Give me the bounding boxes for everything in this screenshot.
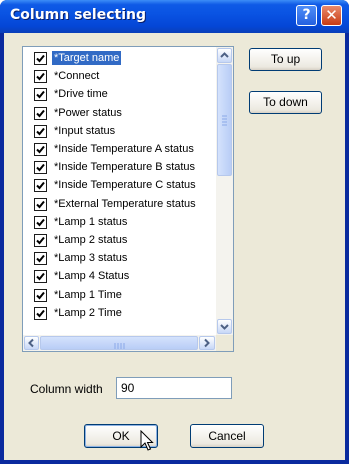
checkbox[interactable] bbox=[34, 70, 47, 84]
scroll-right-button[interactable] bbox=[199, 336, 215, 350]
checkmark-icon bbox=[36, 309, 45, 318]
checkmark-icon bbox=[36, 145, 45, 154]
checkmark-icon bbox=[36, 73, 45, 81]
horizontal-scrollbar[interactable] bbox=[23, 335, 216, 351]
column-width-input[interactable] bbox=[116, 377, 232, 399]
list-item-label: *Lamp 3 status bbox=[54, 252, 128, 265]
checkmark-icon bbox=[36, 218, 45, 227]
checkmark-icon bbox=[36, 236, 45, 245]
title-bar[interactable]: Column selecting ? ✕ bbox=[0, 0, 349, 33]
checkmark-icon bbox=[36, 127, 45, 136]
checkbox[interactable] bbox=[34, 88, 47, 102]
list-item-label: *Power status bbox=[54, 106, 122, 119]
list-item-label: *External Temperature status bbox=[54, 197, 196, 210]
checkbox[interactable] bbox=[34, 252, 47, 266]
checkmark-icon bbox=[36, 164, 45, 172]
list-item-label: *Inside Temperature A status bbox=[54, 143, 194, 155]
to-up-button[interactable]: To up bbox=[249, 48, 322, 71]
list-item-label: *Lamp 1 Time bbox=[54, 288, 122, 301]
scroll-up-button[interactable] bbox=[217, 48, 232, 63]
list-item-label: *Input status bbox=[54, 124, 116, 137]
close-button[interactable]: ✕ bbox=[321, 5, 342, 26]
list-item-label: *Lamp 2 Time bbox=[54, 306, 122, 319]
checkmark-icon bbox=[36, 255, 45, 263]
checkbox[interactable] bbox=[34, 124, 47, 138]
scroll-left-button[interactable] bbox=[24, 336, 39, 350]
chevron-left-icon bbox=[28, 338, 34, 348]
checkbox[interactable] bbox=[34, 161, 47, 175]
vertical-scroll-thumb[interactable] bbox=[217, 64, 232, 176]
scrollbar-corner bbox=[216, 335, 233, 351]
list-item-label: *Connect bbox=[54, 70, 100, 83]
mouse-pointer-icon bbox=[140, 430, 154, 451]
list-item-label: *Drive time bbox=[54, 88, 108, 101]
list-item-label: *Lamp 1 status bbox=[54, 215, 128, 228]
checkmark-icon bbox=[36, 91, 45, 99]
chevron-down-icon bbox=[220, 324, 229, 330]
checkbox[interactable] bbox=[34, 106, 47, 120]
checkbox[interactable] bbox=[34, 197, 47, 211]
list-item-label: *Lamp 2 status bbox=[54, 234, 128, 246]
list-item-label: *Inside Temperature C status bbox=[54, 179, 196, 192]
checkbox[interactable] bbox=[34, 143, 47, 156]
checkmark-icon bbox=[36, 54, 45, 63]
chevron-up-icon bbox=[220, 52, 229, 58]
list-item-label: *Inside Temperature B status bbox=[54, 161, 196, 174]
checkmark-icon bbox=[36, 182, 45, 190]
to-down-button[interactable]: To down bbox=[249, 91, 322, 114]
cancel-button[interactable]: Cancel bbox=[190, 424, 264, 448]
checkbox[interactable] bbox=[34, 288, 47, 302]
checkbox[interactable] bbox=[34, 215, 47, 229]
window-title: Column selecting bbox=[10, 7, 146, 23]
checkbox[interactable] bbox=[34, 306, 47, 320]
checkbox[interactable] bbox=[34, 270, 47, 284]
checkbox[interactable] bbox=[34, 52, 47, 65]
list-item-label: *Target name bbox=[52, 51, 122, 65]
chevron-right-icon bbox=[204, 338, 210, 348]
help-button[interactable]: ? bbox=[296, 5, 317, 26]
vertical-scrollbar[interactable] bbox=[216, 47, 233, 335]
checkbox[interactable] bbox=[34, 234, 47, 247]
scroll-down-button[interactable] bbox=[217, 319, 232, 334]
column-list[interactable]: *Target name *Connect *Drive time *Power st… bbox=[22, 46, 234, 352]
checkmark-icon bbox=[36, 291, 45, 300]
checkmark-icon bbox=[36, 273, 45, 281]
grip-icon bbox=[222, 115, 227, 126]
column-width-label: Column width bbox=[30, 382, 103, 396]
grip-icon bbox=[114, 343, 125, 349]
horizontal-scroll-thumb[interactable] bbox=[40, 336, 198, 350]
list-item-label: *Lamp 4 Status bbox=[54, 270, 130, 283]
checkmark-icon bbox=[36, 109, 45, 118]
checkbox[interactable] bbox=[34, 179, 47, 193]
checkmark-icon bbox=[36, 200, 45, 209]
